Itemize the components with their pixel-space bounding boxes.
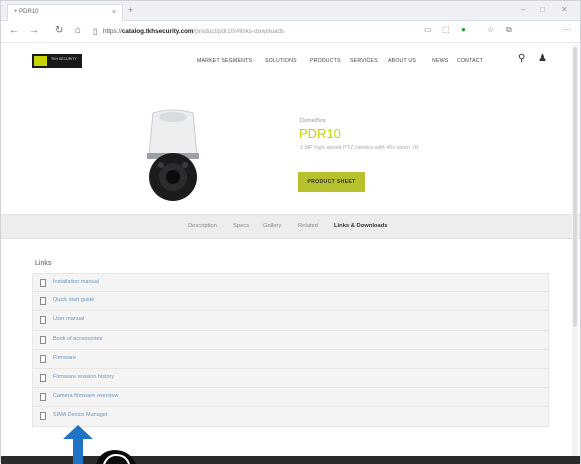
url-path: /product/pdr10/#links-downloads [193,28,285,35]
document-icon [40,279,46,287]
more-icon[interactable]: ··· [563,25,571,34]
nav-about-us[interactable]: ABOUT US [388,58,416,64]
nav-news[interactable]: NEWS [432,58,448,64]
list-item[interactable]: Book of accessories [32,330,549,350]
back-icon[interactable]: ← [9,25,19,36]
nav-solutions[interactable]: SOLUTIONS [265,58,297,64]
reader-icon[interactable]: ▭ [424,25,432,34]
links-list: Installation manual Quick start guide Us… [32,273,549,427]
tab-specs[interactable]: Specs [233,223,249,229]
new-tab-icon[interactable]: + [128,5,133,15]
list-item[interactable]: Installation manual [32,273,549,293]
links-heading: Links [35,260,52,267]
collections-icon[interactable]: ⬚ [442,25,450,34]
link-label[interactable]: Quick start guide [53,297,94,303]
link-label[interactable]: Installation manual [53,279,99,285]
list-item[interactable]: Quick start guide [32,292,549,312]
minimize-icon[interactable]: – [521,5,525,14]
list-item[interactable]: User manual [32,311,549,331]
document-icon [40,354,46,363]
site-logo[interactable]: TKH SECURITY [32,54,82,68]
link-label[interactable]: Firmware [53,355,76,361]
nav-services[interactable]: SERVICES [350,58,378,64]
forward-icon[interactable]: → [29,25,39,36]
link-label[interactable]: Firmware revision history [53,374,114,380]
product-title: PDR10 [299,126,341,141]
tab-links-downloads[interactable]: Links & Downloads [334,223,387,229]
cursor-pointer-icon [96,450,136,464]
list-item[interactable]: Firmware [32,349,549,369]
favorites-icon[interactable]: ☆ [487,25,494,34]
link-label[interactable]: Book of accessories [53,336,102,342]
document-icon [40,335,46,344]
url-host: catalog.tkhsecurity.com [121,28,194,35]
document-icon [40,297,46,306]
nav-products[interactable]: PRODUCTS [310,58,341,64]
product-tabs [1,214,580,239]
maximize-icon[interactable]: □ [540,5,545,14]
share-icon[interactable]: ⧉ [506,25,512,35]
product-description: 2 MP high-speed PTZ camera with 40x zoom… [300,145,419,151]
camera-image [147,109,199,201]
account-icon[interactable]: ♟ [538,53,547,64]
list-item[interactable]: Camera firmware overview [32,388,549,408]
document-icon [40,316,46,325]
link-label[interactable]: Camera firmware overview [53,393,118,399]
window-close-icon[interactable]: ✕ [561,5,568,14]
product-sheet-button[interactable]: PRODUCT SHEET [298,172,365,192]
product-category: Dome/Box [300,118,326,124]
document-icon [40,373,46,382]
list-item[interactable]: Firmware revision history [32,368,549,389]
home-icon[interactable]: ⌂ [75,25,81,36]
page-icon: ▯ [93,27,98,36]
browser-tab[interactable]: + PDR10 × [7,4,123,21]
document-icon [40,412,46,421]
url-field[interactable]: https://catalog.tkhsecurity.com/product/… [103,25,423,39]
reload-icon[interactable]: ↻ [55,25,63,36]
arrow-up-icon [63,425,93,464]
link-label[interactable]: SIMA Device Manager [53,412,108,418]
document-icon [40,393,46,402]
nav-contact[interactable]: CONTACT [457,58,483,64]
address-bar: ← → ↻ ⌂ ▯ https://catalog.tkhsecurity.co… [1,21,580,43]
product-hero [1,81,580,214]
browser-window: + PDR10 × + – □ ✕ ← → ↻ ⌂ ▯ https://cata… [0,0,581,464]
extension-icon[interactable]: ● [461,25,466,34]
scrollbar-thumb[interactable] [573,47,577,327]
search-icon[interactable]: ⚲ [518,53,525,64]
tab-title: + PDR10 [14,9,39,15]
link-label[interactable]: User manual [53,316,84,322]
tab-related[interactable]: Related [298,223,318,229]
tab-gallery[interactable]: Gallery [263,223,281,229]
logo-mark-icon [34,56,47,66]
list-item[interactable]: SIMA Device Manager [32,407,549,427]
tab-close-icon[interactable]: × [112,5,116,20]
tab-strip: + PDR10 × + – □ ✕ [1,1,580,21]
tab-description[interactable]: Description [188,223,217,229]
logo-word: TKH SECURITY [51,57,77,61]
nav-market-segments[interactable]: MARKET SEGMENTS [197,58,252,64]
url-scheme: https:// [103,28,122,35]
